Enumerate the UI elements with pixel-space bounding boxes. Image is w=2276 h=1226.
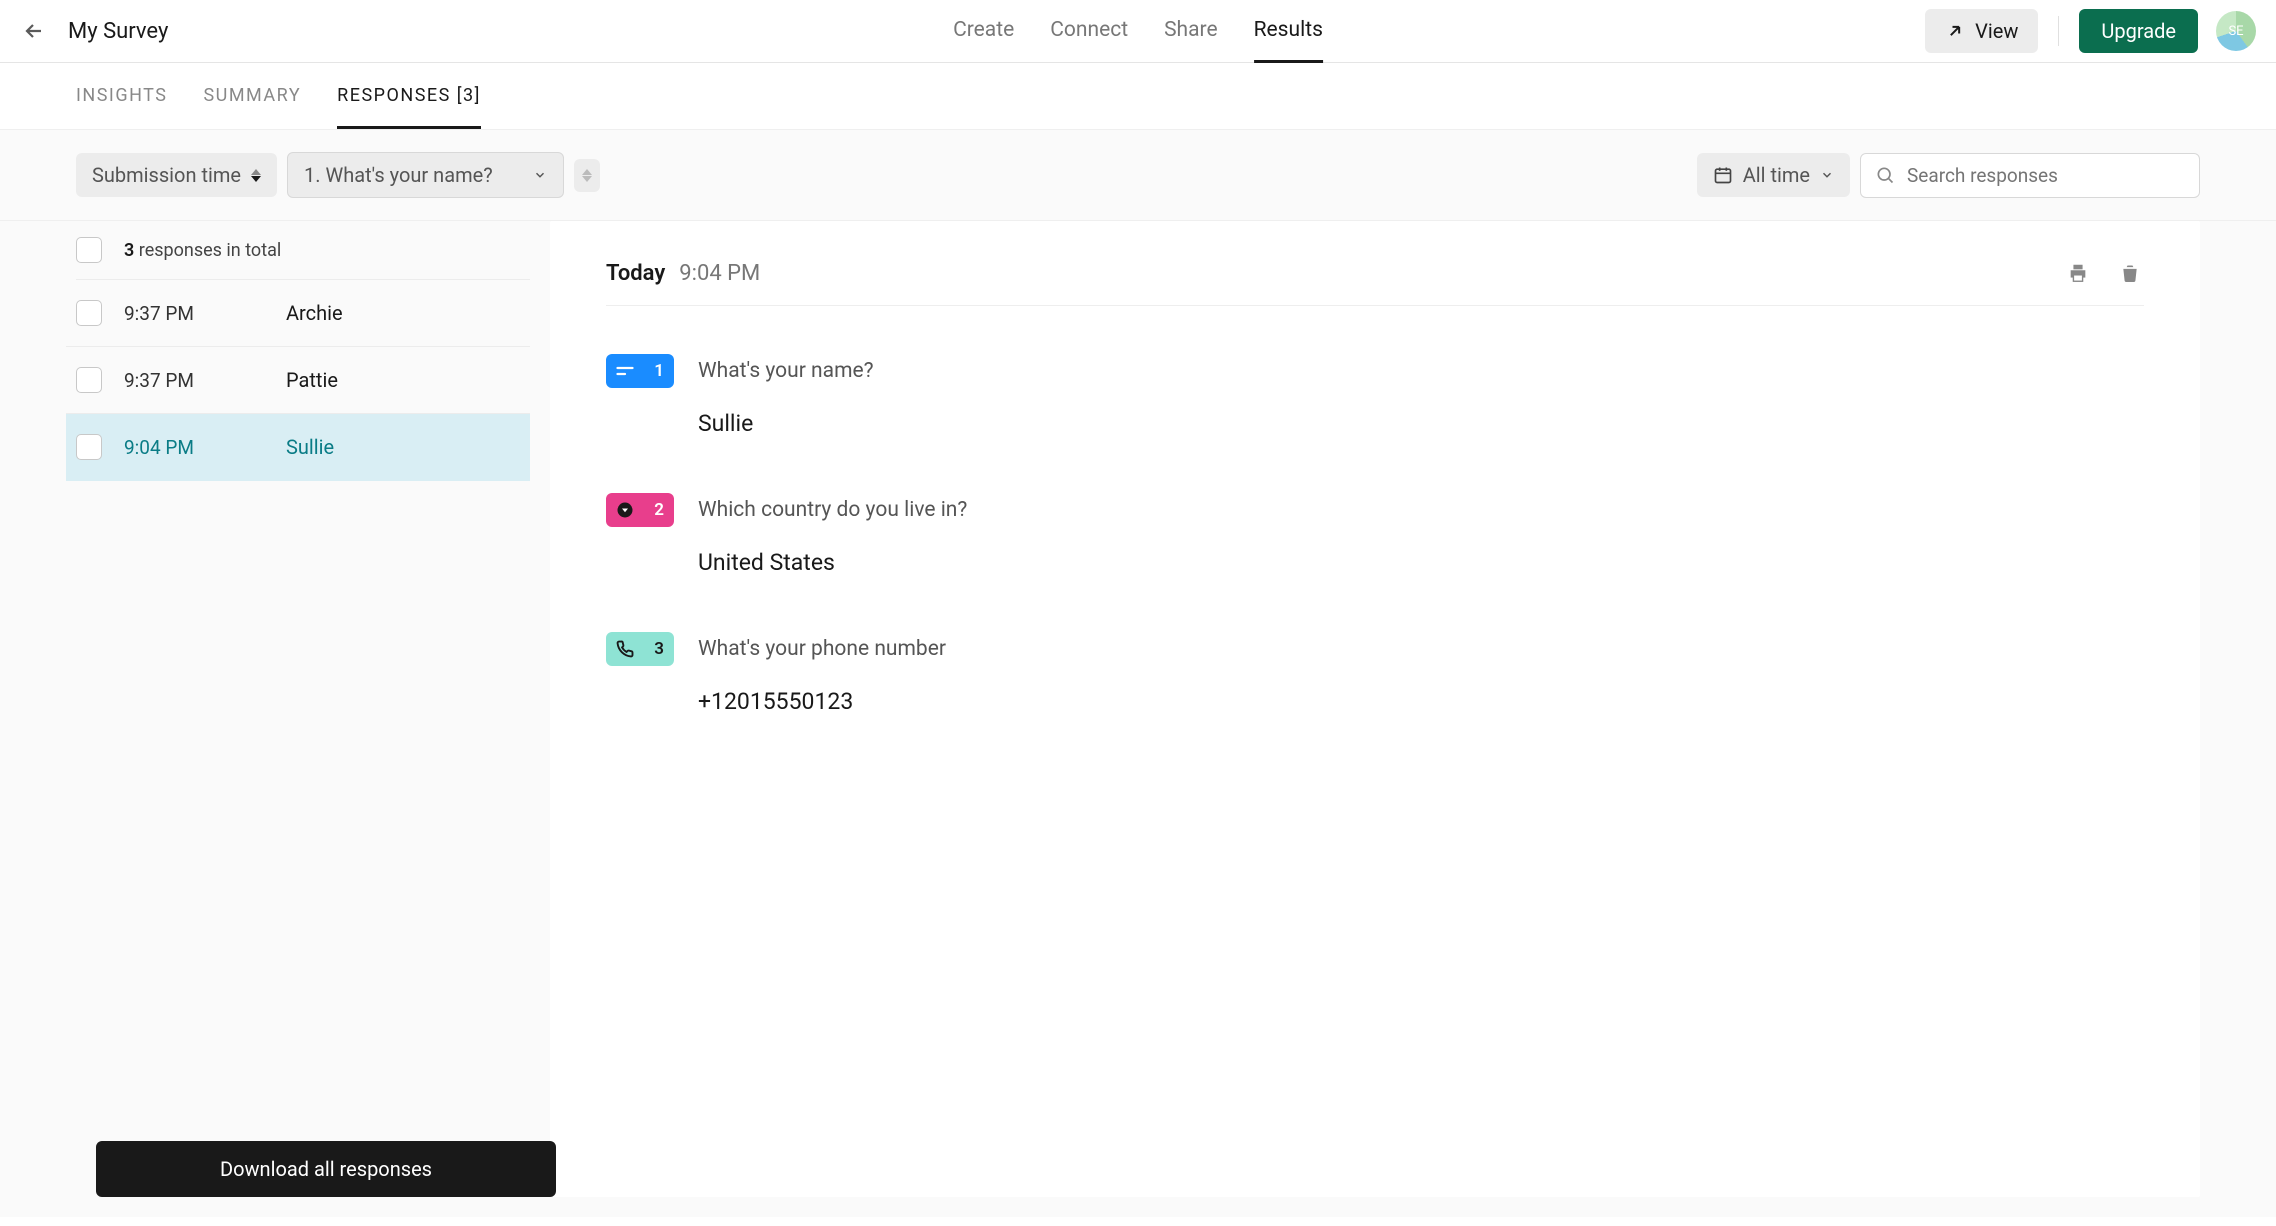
divider [2058, 16, 2059, 46]
response-row[interactable]: 9:37 PM Pattie [66, 347, 530, 414]
question-answer: 3 What's your phone number +12015550123 [606, 632, 2144, 715]
question-text: What's your name? [698, 359, 874, 383]
question-badge: 2 [606, 493, 674, 527]
response-row[interactable]: 9:04 PM Sullie [66, 414, 530, 481]
row-name: Sullie [286, 435, 334, 459]
content: 3 responses in total 9:37 PM Archie 9:37… [0, 221, 2276, 1217]
tab-insights[interactable]: INSIGHTS [76, 63, 167, 129]
date-filter-label: All time [1743, 163, 1810, 187]
sort-label: Submission time [92, 163, 241, 187]
row-checkbox[interactable] [76, 434, 102, 460]
detail-header: Today 9:04 PM [606, 259, 2144, 306]
print-button[interactable] [2064, 259, 2092, 287]
question-type-icon [616, 365, 634, 377]
topbar: My Survey Create Connect Share Results V… [0, 0, 2276, 63]
calendar-icon [1713, 165, 1733, 185]
search-input[interactable] [1907, 164, 2185, 187]
row-name: Pattie [286, 368, 338, 392]
column-sort-button[interactable] [574, 159, 600, 192]
external-link-icon [1945, 21, 1965, 41]
download-all-button[interactable]: Download all responses [96, 1141, 556, 1197]
back-button[interactable] [20, 17, 48, 45]
nav-share[interactable]: Share [1164, 0, 1218, 63]
chevron-down-icon [1820, 168, 1834, 182]
row-time: 9:37 PM [124, 369, 264, 392]
question-badge: 1 [606, 354, 674, 388]
search-box[interactable] [1860, 153, 2200, 198]
answer-text: United States [698, 549, 2144, 576]
subnav: INSIGHTS SUMMARY RESPONSES [3] [0, 63, 2276, 130]
trash-icon [2120, 262, 2140, 284]
row-name: Archie [286, 301, 343, 325]
nav-results[interactable]: Results [1254, 0, 1323, 63]
search-icon [1875, 165, 1895, 185]
answer-text: Sullie [698, 410, 2144, 437]
response-detail-panel: Today 9:04 PM 1 What's your name? Sullie… [550, 221, 2200, 1197]
sort-icon [251, 169, 261, 182]
question-type-icon [616, 501, 634, 519]
print-icon [2067, 262, 2089, 284]
page-title: My Survey [68, 19, 168, 44]
view-label: View [1975, 19, 2018, 43]
question-number: 2 [654, 500, 664, 520]
arrow-left-icon [22, 19, 46, 43]
nav-create[interactable]: Create [953, 0, 1014, 63]
row-checkbox[interactable] [76, 367, 102, 393]
row-checkbox[interactable] [76, 300, 102, 326]
response-row[interactable]: 9:37 PM Archie [66, 280, 530, 347]
date-filter-button[interactable]: All time [1697, 153, 1850, 197]
detail-time: 9:04 PM [679, 261, 760, 286]
upgrade-button[interactable]: Upgrade [2079, 9, 2198, 53]
delete-button[interactable] [2116, 259, 2144, 287]
main-nav: Create Connect Share Results [953, 0, 1323, 63]
detail-day: Today [606, 261, 665, 286]
row-time: 9:37 PM [124, 302, 264, 325]
avatar[interactable]: SE [2216, 11, 2256, 51]
sort-indicator-icon [582, 169, 592, 182]
tab-responses[interactable]: RESPONSES [3] [337, 63, 481, 129]
question-number: 1 [654, 361, 664, 381]
response-list-panel: 3 responses in total 9:37 PM Archie 9:37… [0, 221, 530, 1217]
question-badge: 3 [606, 632, 674, 666]
answer-text: +12015550123 [698, 688, 2144, 715]
question-type-icon [616, 640, 634, 658]
tab-summary[interactable]: SUMMARY [203, 63, 301, 129]
chevron-down-icon [533, 168, 547, 182]
avatar-initials: SE [2228, 24, 2243, 39]
select-all-checkbox[interactable] [76, 237, 102, 263]
list-header: 3 responses in total [76, 221, 530, 280]
question-answer: 1 What's your name? Sullie [606, 354, 2144, 437]
question-filter-label: 1. What's your name? [304, 163, 493, 187]
nav-connect[interactable]: Connect [1050, 0, 1128, 63]
question-filter-select[interactable]: 1. What's your name? [287, 152, 564, 198]
total-responses-label: 3 responses in total [124, 240, 281, 261]
question-answer: 2 Which country do you live in? United S… [606, 493, 2144, 576]
view-button[interactable]: View [1925, 9, 2038, 53]
sort-button[interactable]: Submission time [76, 153, 277, 197]
question-text: Which country do you live in? [698, 498, 967, 522]
question-number: 3 [654, 639, 664, 659]
toolbar: Submission time 1. What's your name? All… [0, 130, 2276, 221]
question-text: What's your phone number [698, 637, 946, 661]
row-time: 9:04 PM [124, 436, 264, 459]
